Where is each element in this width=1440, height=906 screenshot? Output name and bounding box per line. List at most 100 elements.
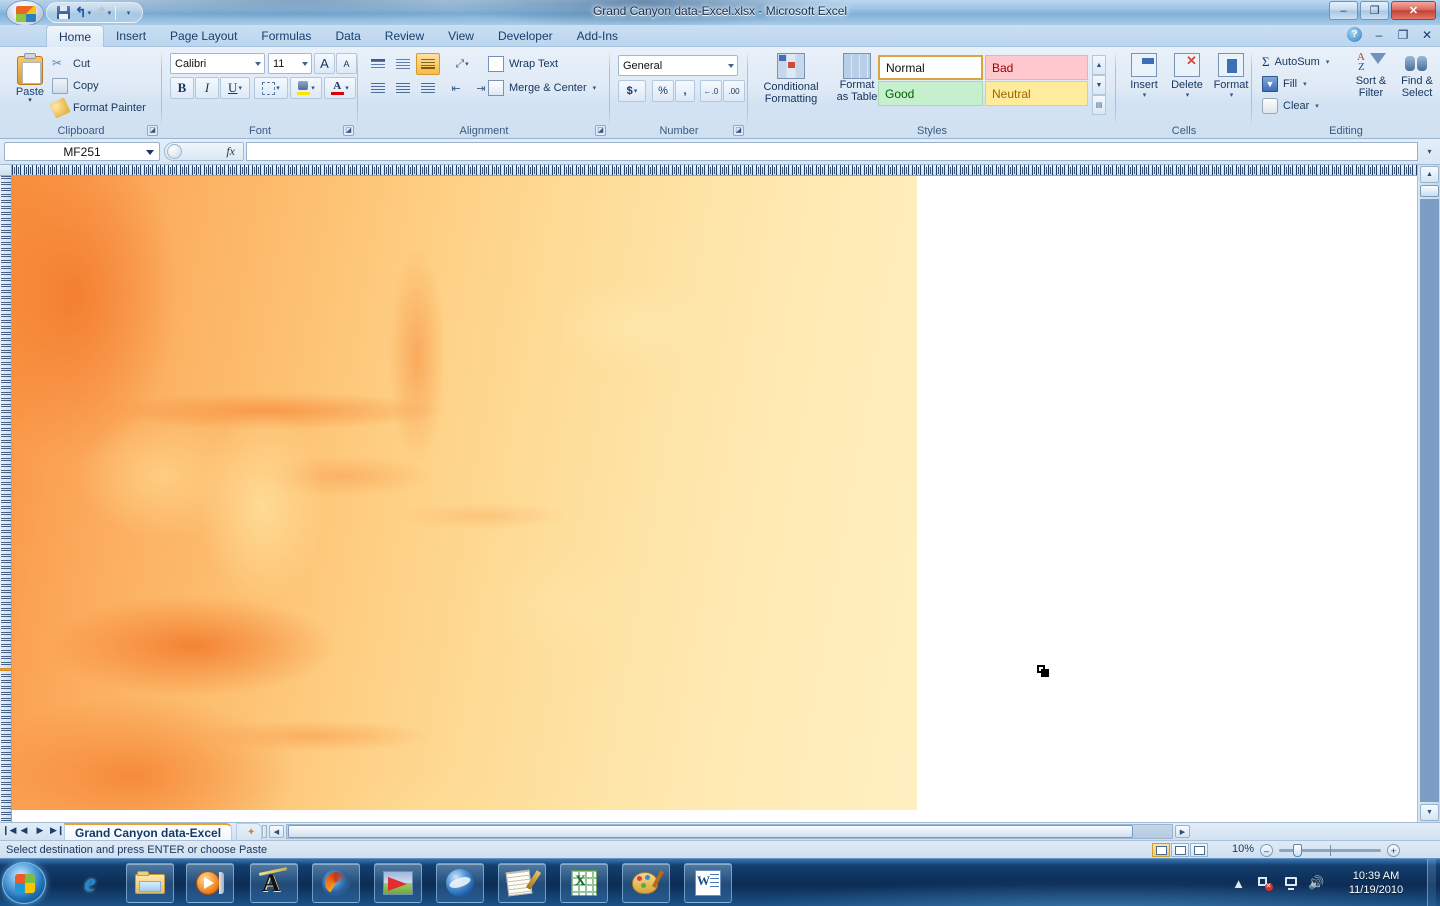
bottom-align-button[interactable] [416,53,440,75]
insert-worksheet-button[interactable]: ✦ [236,823,262,841]
page-layout-view-button[interactable] [1171,843,1189,857]
tab-formulas[interactable]: Formulas [249,25,323,47]
last-sheet-button[interactable]: ▶❙ [50,825,64,836]
chevron-down-icon[interactable]: ▾ [311,84,315,92]
tab-review[interactable]: Review [373,25,436,47]
clipboard-dialog-launcher[interactable]: ◪ [147,125,158,136]
chevron-down-icon[interactable]: ▾ [1143,91,1147,99]
cut-button[interactable]: ✂ Cut [52,53,90,74]
show-hidden-icons-button[interactable]: ▲ [1230,875,1247,892]
vertical-scrollbar[interactable]: ▲ ▼ [1417,165,1440,822]
conditional-formatting-button[interactable]: Conditional Formatting [758,51,824,117]
taskbar-google-earth-pointer[interactable] [374,863,422,903]
cell-style-good[interactable]: Good [878,81,983,106]
font-dialog-launcher[interactable]: ◪ [343,125,354,136]
normal-view-button[interactable] [1152,843,1170,857]
restore-button[interactable]: ❐ [1360,1,1389,20]
font-size-combobox[interactable]: 11 [268,53,312,74]
accounting-format-button[interactable]: $ ▾ [618,80,646,102]
styles-more-button[interactable]: ▤ [1092,95,1106,115]
next-sheet-button[interactable]: ▶ [34,825,46,836]
sort-filter-button[interactable]: A Z Sort & Filter [1348,51,1394,99]
paste-dropdown-icon[interactable]: ▾ [28,97,32,104]
chevron-down-icon[interactable]: ▾ [1186,91,1190,99]
taskbar-google-earth[interactable] [436,863,484,903]
scroll-right-button[interactable]: ▶ [1175,825,1190,838]
column-headers[interactable] [12,165,1417,176]
first-sheet-button[interactable]: ❙◀ [2,825,16,836]
zoom-slider-track[interactable] [1279,844,1381,857]
horizontal-scroll-thumb[interactable] [288,825,1133,838]
taskbar-microsoft-paint[interactable] [622,863,670,903]
minimize-ribbon-button[interactable]: – [1372,28,1386,42]
zoom-slider[interactable]: – + [1260,844,1400,857]
clock[interactable]: 10:39 AM 11/19/2010 [1334,869,1418,897]
taskbar-wordpad[interactable] [498,863,546,903]
wrap-text-button[interactable]: Wrap Text [488,53,558,74]
expand-formula-bar-button[interactable]: ▾ [1422,144,1437,159]
help-icon[interactable]: ? [1347,27,1362,42]
zoom-percentage[interactable]: 10% [1232,843,1254,855]
taskbar-microsoft-word[interactable]: W [684,863,732,903]
taskbar-internet-explorer[interactable]: e [66,863,114,903]
find-select-button[interactable]: Find & Select [1394,51,1440,99]
page-break-preview-button[interactable] [1190,843,1208,857]
horizontal-scrollbar[interactable]: ◀ ▶ [262,824,1190,840]
styles-scroll-up-button[interactable]: ▲ [1092,55,1106,75]
restore-document-button[interactable]: ❐ [1396,28,1410,42]
chevron-down-icon[interactable]: ▾ [1303,80,1307,88]
sheet-tab-grand-canyon[interactable]: Grand Canyon data-Excel [64,823,233,841]
merge-center-button[interactable]: Merge & Center ▾ [488,77,596,98]
styles-scroll-down-button[interactable]: ▼ [1092,75,1106,95]
shrink-font-button[interactable]: A [336,53,357,74]
chevron-down-icon[interactable]: ▾ [345,84,349,92]
show-desktop-button[interactable] [1427,859,1436,906]
taskbar-arcmap[interactable]: A [250,863,298,903]
minimize-button[interactable]: – [1329,1,1358,20]
chevron-down-icon[interactable]: ▾ [593,84,597,92]
format-painter-button[interactable]: Format Painter [49,96,146,119]
insert-function-icon[interactable]: fx [226,144,235,159]
tab-insert[interactable]: Insert [104,25,158,47]
previous-sheet-button[interactable]: ◀ [18,825,30,836]
middle-align-button[interactable] [391,53,415,75]
cell-style-neutral[interactable]: Neutral [985,81,1088,106]
scroll-up-button[interactable]: ▲ [1420,166,1439,183]
chevron-down-icon[interactable]: ▾ [1326,58,1330,66]
percent-format-button[interactable]: % [652,80,674,102]
cell-style-normal[interactable]: Normal [878,55,983,80]
comma-format-button[interactable]: , [675,80,695,102]
chevron-down-icon[interactable]: ▾ [634,87,638,95]
display-icon[interactable] [1282,875,1299,892]
zoom-out-button[interactable]: – [1260,844,1273,857]
taskbar-windows-explorer[interactable] [126,863,174,903]
paste-button[interactable]: Paste ▾ [8,51,52,117]
center-button[interactable] [391,77,415,99]
orientation-button[interactable]: ⤢ ▾ [446,53,478,75]
taskbar-firefox[interactable] [312,863,360,903]
start-button[interactable] [2,862,46,904]
bold-button[interactable]: B [170,77,194,99]
increase-decimal-button[interactable]: ←.0 [700,80,722,102]
align-right-button[interactable] [416,77,440,99]
zoom-slider-knob[interactable] [1293,844,1302,857]
taskbar-windows-media-player[interactable] [186,863,234,903]
cell-style-bad[interactable]: Bad [985,55,1088,80]
decrease-decimal-button[interactable]: .00 [723,80,745,102]
top-align-button[interactable] [366,53,390,75]
align-left-button[interactable] [366,77,390,99]
format-cells-button[interactable]: Format ▾ [1210,53,1252,99]
taskbar-microsoft-excel[interactable]: X [560,863,608,903]
borders-button[interactable]: ▾ [254,77,288,99]
tab-home[interactable]: Home [46,25,105,47]
chevron-down-icon[interactable]: ▾ [276,84,280,92]
tab-add-ins[interactable]: Add-Ins [565,25,630,47]
clear-button[interactable]: Clear ▾ [1262,95,1319,116]
tab-view[interactable]: View [436,25,486,47]
italic-button[interactable]: I [195,77,219,99]
insert-cells-button[interactable]: Insert ▾ [1124,53,1164,99]
tab-data[interactable]: Data [323,25,372,47]
volume-icon[interactable]: 🔊 [1308,875,1325,892]
autosum-button[interactable]: Σ AutoSum ▾ [1262,51,1329,72]
number-dialog-launcher[interactable]: ◪ [733,125,744,136]
